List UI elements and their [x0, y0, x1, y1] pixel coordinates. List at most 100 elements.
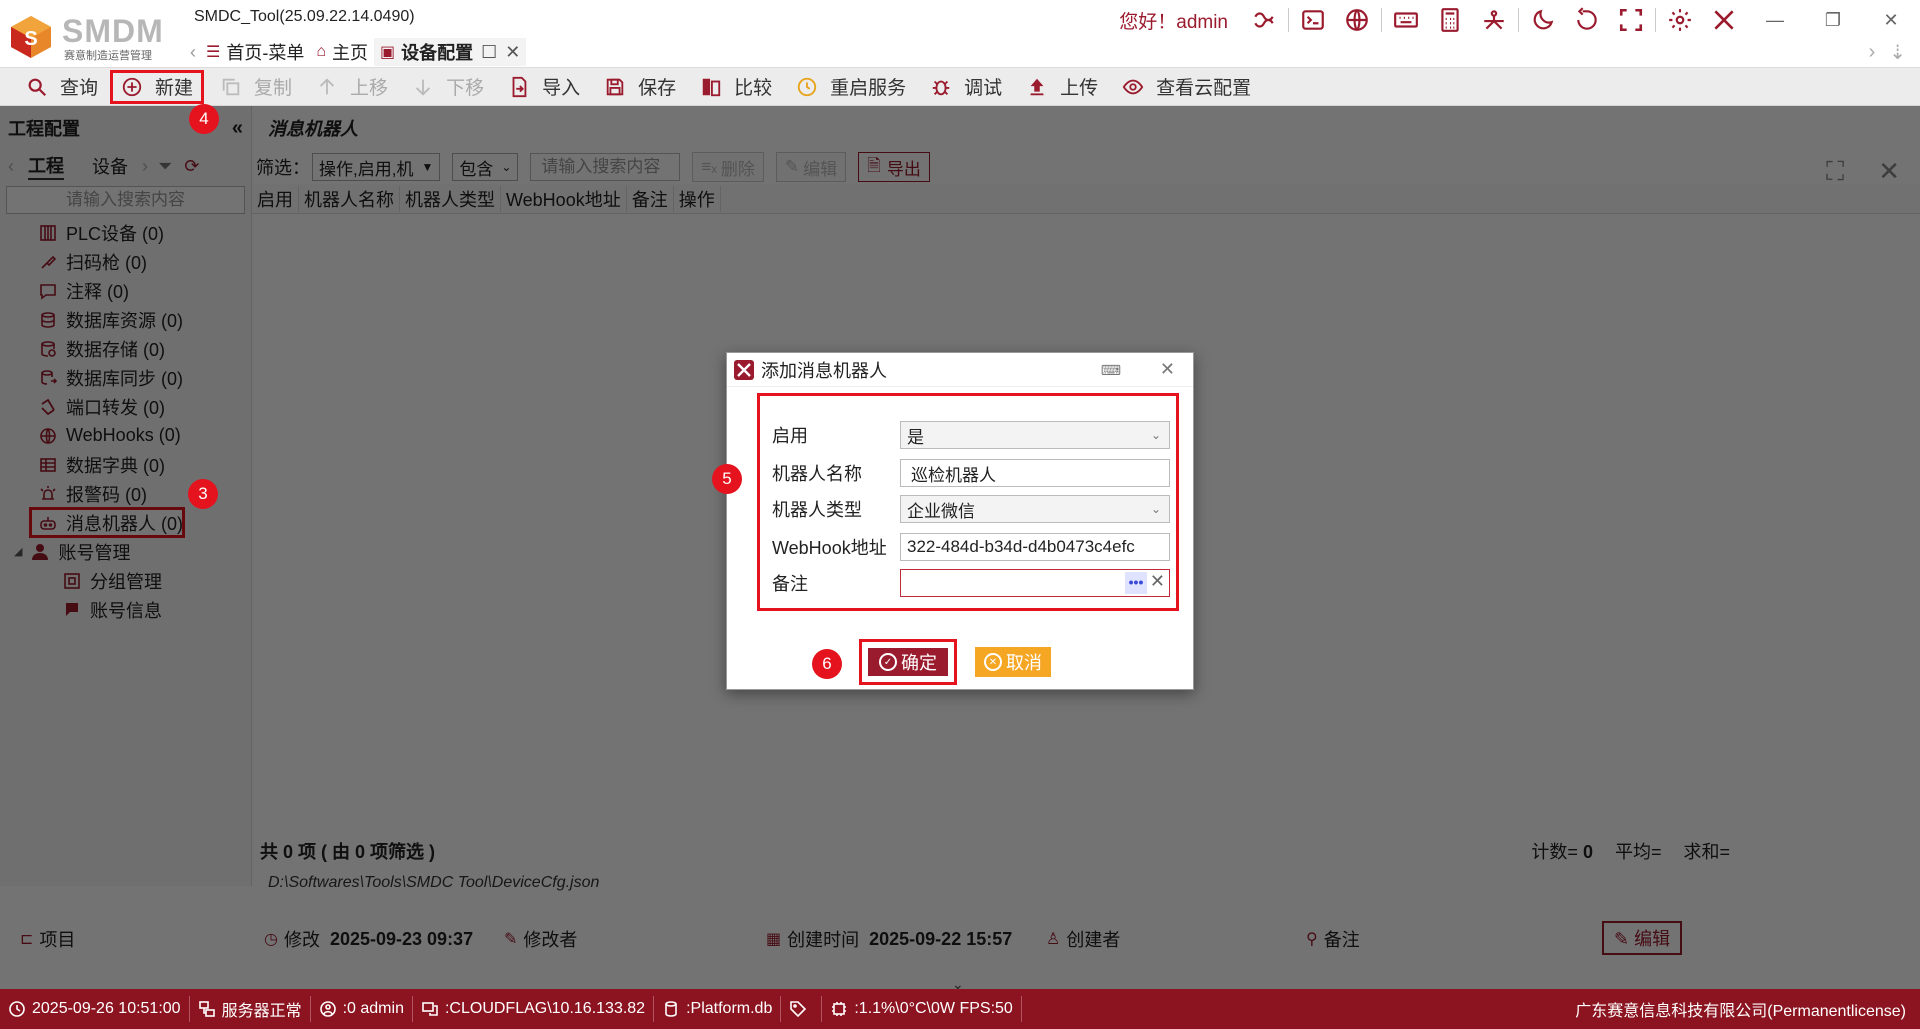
pin-icon: ⚲ [1306, 931, 1318, 948]
edit-row-button[interactable]: ✎ 编辑 [775, 152, 847, 182]
view-cloud-config-button[interactable]: 查看云配置 [1110, 70, 1263, 104]
clear-icon[interactable]: ✕ [1150, 571, 1165, 592]
column-header[interactable]: 机器人类型 [400, 185, 501, 212]
compare-button[interactable]: 比较 [688, 70, 784, 104]
status-tag[interactable] [781, 996, 823, 1022]
tools-icon[interactable] [1702, 0, 1746, 40]
column-header[interactable]: WebHook地址 [501, 185, 627, 212]
fullscreen-icon[interactable] [1609, 0, 1653, 40]
upload-button[interactable]: 上传 [1014, 70, 1110, 104]
close-panel-icon[interactable]: ✕ [1878, 156, 1900, 188]
robot-name-field[interactable]: 巡检机器人 [900, 459, 1170, 487]
copy-button[interactable]: 复制 [208, 70, 304, 104]
column-header[interactable]: 启用 [252, 185, 299, 212]
save-button[interactable]: 保存 [592, 70, 688, 104]
left-tabs-next[interactable]: › [142, 156, 148, 177]
tab-dropdown-icon[interactable]: ⇣ [1889, 40, 1906, 65]
globe-icon[interactable] [1335, 0, 1379, 40]
enable-row: 启用 是 ⌄ [772, 420, 1170, 450]
avg-stat: 平均= [1614, 842, 1662, 862]
filter-icon[interactable]: ⏷ [158, 156, 172, 177]
tree-item-storage[interactable]: 数据存储 (0) [0, 334, 251, 363]
tree-item-label: 数据库同步 (0) [66, 368, 183, 389]
tree-item-account-management[interactable]: ◢ 账号管理 [0, 537, 251, 566]
left-tabs-prev[interactable]: ‹ [8, 156, 14, 177]
enable-select[interactable]: 是 ⌄ [900, 421, 1170, 449]
tab-device-config[interactable]: ▣ 设备配置 ☐ ✕ [374, 38, 527, 66]
column-header[interactable]: 操作 [674, 185, 721, 212]
filter-field-select[interactable]: 操作,启用,机 ▼ [312, 153, 441, 181]
confirm-button[interactable]: ✓ 确定 [868, 648, 948, 676]
plc-icon [38, 223, 58, 243]
tree-item-account-info[interactable]: 账号信息 [0, 595, 251, 624]
export-button[interactable]: 🗎 导出 [858, 152, 930, 182]
dialog-close-icon[interactable]: ✕ [1160, 359, 1175, 380]
webhook-field[interactable]: 322-484d-b34d-d4b0473c4efc [900, 533, 1170, 561]
tree-item-plc[interactable]: PLC设备 (0) [0, 218, 251, 247]
keyboard-icon[interactable] [1384, 0, 1428, 40]
user-greeting[interactable]: 您好！admin [1119, 7, 1228, 34]
created-info: ▦ 创建时间 2025-09-22 15:57 [766, 926, 1012, 952]
filter-operator-select[interactable]: 包含 ⌄ [452, 153, 519, 181]
calculator-icon[interactable] [1428, 0, 1472, 40]
collapse-panel-icon[interactable]: « [232, 117, 243, 140]
tree-item-dictionary[interactable]: 数据字典 (0) [0, 450, 251, 479]
expand-arrow-icon[interactable]: ◢ [14, 545, 22, 558]
tree-item-scanner[interactable]: 扫码枪 (0) [0, 247, 251, 276]
tab-prev-arrow[interactable]: ‹ [190, 42, 196, 63]
tab-home-menu[interactable]: ☰ 首页-菜单 [200, 38, 310, 66]
tree-item-group-management[interactable]: 分组管理 [0, 566, 251, 595]
tree-item-comment[interactable]: 注释 (0) [0, 276, 251, 305]
restore-button[interactable]: ❐ [1804, 0, 1862, 40]
tree-item-message-robot[interactable]: 消息机器人 (0) [29, 507, 185, 538]
filter-field-value: 操作,启用,机 [319, 159, 414, 179]
tab-project[interactable]: 工程 [28, 152, 64, 180]
tab-close-icon[interactable]: ✕ [505, 42, 520, 63]
move-down-button[interactable]: 下移 [400, 70, 496, 104]
column-header[interactable]: 机器人名称 [299, 185, 400, 212]
refresh-tree-icon[interactable]: ⟳ [184, 156, 199, 177]
terminal-icon[interactable] [1291, 0, 1335, 40]
moon-icon[interactable] [1521, 0, 1565, 40]
tab-home[interactable]: ⌂ 主页 [310, 38, 374, 66]
robot-type-select[interactable]: 企业微信 ⌄ [900, 495, 1170, 523]
tab-maximize-icon[interactable]: ☐ [481, 42, 497, 63]
query-button[interactable]: 查询 [14, 70, 110, 104]
tree-item-port-forward[interactable]: 端口转发 (0) [0, 392, 251, 421]
tree-item-db-sync[interactable]: 数据库同步 (0) [0, 363, 251, 392]
tree-item-label: WebHooks (0) [66, 425, 181, 445]
type-row: 机器人类型 企业微信 ⌄ [772, 494, 1170, 524]
filter-search-input[interactable]: 请输入搜索内容 [530, 153, 681, 181]
move-up-button[interactable]: 上移 [304, 70, 400, 104]
home-icon: ⌂ [316, 43, 327, 60]
remark-field[interactable]: ••• ✕ [900, 569, 1170, 597]
copy-label: 复制 [254, 78, 293, 99]
delete-button[interactable]: ≡ₓ 删除 [692, 152, 764, 182]
network-icon[interactable] [1472, 0, 1516, 40]
refresh-icon[interactable] [1565, 0, 1609, 40]
tree-item-database[interactable]: 数据库资源 (0) [0, 305, 251, 334]
cancel-button[interactable]: ✕ 取消 [975, 647, 1051, 677]
debug-button[interactable]: 调试 [918, 70, 1014, 104]
import-button[interactable]: 导入 [496, 70, 592, 104]
modifier-info: ✎ 修改者 [504, 926, 577, 952]
minimize-button[interactable]: — [1746, 0, 1804, 40]
new-button[interactable]: 新建 [110, 69, 205, 104]
close-window-button[interactable]: ✕ [1862, 0, 1920, 40]
column-header[interactable]: 备注 [627, 185, 674, 212]
keyboard-icon[interactable]: ⌨ [1101, 362, 1121, 379]
screenshot-icon[interactable]: ⛶ [1826, 156, 1844, 188]
link-icon[interactable] [1242, 0, 1286, 40]
remark-label: 备注 [1323, 930, 1360, 950]
tab-device[interactable]: 设备 [92, 153, 128, 179]
info-bar: ⊏ 项目 ◷ 修改 2025-09-23 09:37 ✎ 修改者 ▦ 创建时间 2025-0… [0, 900, 1920, 974]
tab-strip: ‹ ☰ 首页-菜单 ⌂ 主页 ▣ 设备配置 ☐ ✕ [190, 38, 527, 66]
enable-label: 启用 [772, 426, 808, 446]
edit-info-button[interactable]: ✎ 编辑 [1602, 921, 1683, 955]
tab-next-arrow[interactable]: › [1869, 41, 1876, 64]
restart-service-button[interactable]: 重启服务 [784, 70, 918, 104]
more-icon[interactable]: ••• [1125, 572, 1147, 594]
gear-icon[interactable] [1658, 0, 1702, 40]
tree-search-input[interactable]: 请输入搜索内容 [6, 186, 245, 214]
tree-item-webhooks[interactable]: WebHooks (0) [0, 421, 251, 450]
